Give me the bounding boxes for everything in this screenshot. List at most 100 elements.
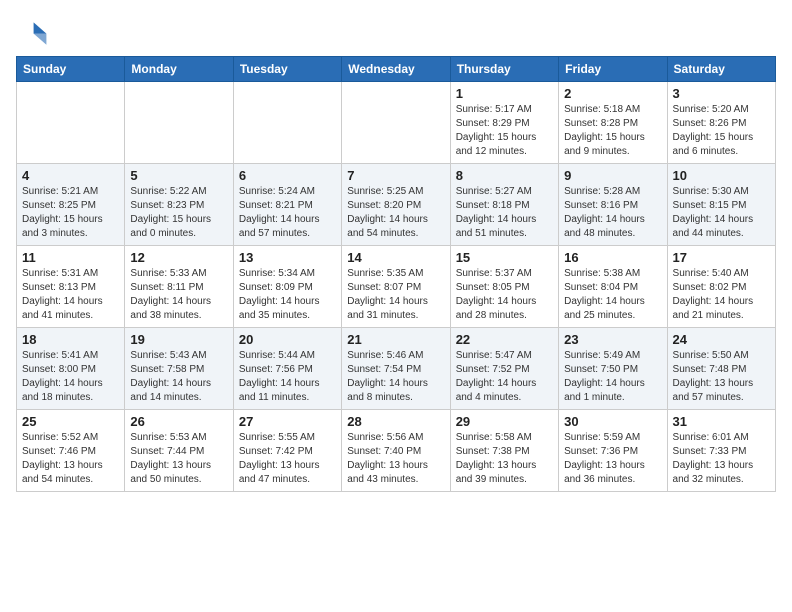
- calendar-week-row: 1 Sunrise: 5:17 AM Sunset: 8:29 PM Daylig…: [17, 82, 776, 164]
- day-number: 1: [456, 86, 553, 101]
- day-of-week-header: Friday: [559, 57, 667, 82]
- day-info: Sunrise: 5:20 AM Sunset: 8:26 PM Dayligh…: [673, 103, 770, 159]
- calendar-header-row: SundayMondayTuesdayWednesdayThursdayFrid…: [17, 57, 776, 82]
- day-number: 17: [673, 250, 770, 265]
- calendar-day-cell: 13 Sunrise: 5:34 AM Sunset: 8:09 PM Dayli…: [233, 246, 341, 328]
- day-info: Sunrise: 5:22 AM Sunset: 8:23 PM Dayligh…: [130, 185, 227, 241]
- day-number: 11: [22, 250, 119, 265]
- calendar-day-cell: [342, 82, 450, 164]
- calendar-day-cell: 31 Sunrise: 6:01 AM Sunset: 7:33 PM Dayli…: [667, 410, 775, 492]
- calendar-day-cell: 2 Sunrise: 5:18 AM Sunset: 8:28 PM Daylig…: [559, 82, 667, 164]
- day-info: Sunrise: 5:40 AM Sunset: 8:02 PM Dayligh…: [673, 267, 770, 323]
- day-info: Sunrise: 5:18 AM Sunset: 8:28 PM Dayligh…: [564, 103, 661, 159]
- calendar-day-cell: 8 Sunrise: 5:27 AM Sunset: 8:18 PM Daylig…: [450, 164, 558, 246]
- day-info: Sunrise: 5:27 AM Sunset: 8:18 PM Dayligh…: [456, 185, 553, 241]
- day-info: Sunrise: 5:33 AM Sunset: 8:11 PM Dayligh…: [130, 267, 227, 323]
- day-info: Sunrise: 6:01 AM Sunset: 7:33 PM Dayligh…: [673, 431, 770, 487]
- calendar-day-cell: 11 Sunrise: 5:31 AM Sunset: 8:13 PM Dayli…: [17, 246, 125, 328]
- day-number: 8: [456, 168, 553, 183]
- calendar-day-cell: [17, 82, 125, 164]
- day-number: 7: [347, 168, 444, 183]
- calendar-day-cell: 28Sunrise: 5:56 AM Sunset: 7:40 PM Dayli…: [342, 410, 450, 492]
- day-number: 13: [239, 250, 336, 265]
- calendar-day-cell: 9Sunrise: 5:28 AM Sunset: 8:16 PM Daylig…: [559, 164, 667, 246]
- day-number: 21: [347, 332, 444, 347]
- day-number: 27: [239, 414, 336, 429]
- day-info: Sunrise: 5:59 AM Sunset: 7:36 PM Dayligh…: [564, 431, 661, 487]
- day-of-week-header: Monday: [125, 57, 233, 82]
- day-of-week-header: Saturday: [667, 57, 775, 82]
- calendar-day-cell: 18 Sunrise: 5:41 AM Sunset: 8:00 PM Dayli…: [17, 328, 125, 410]
- calendar-day-cell: 30 Sunrise: 5:59 AM Sunset: 7:36 PM Dayli…: [559, 410, 667, 492]
- calendar-day-cell: 27Sunrise: 5:55 AM Sunset: 7:42 PM Dayli…: [233, 410, 341, 492]
- calendar-day-cell: 17 Sunrise: 5:40 AM Sunset: 8:02 PM Dayli…: [667, 246, 775, 328]
- day-number: 4: [22, 168, 119, 183]
- day-number: 26: [130, 414, 227, 429]
- day-info: Sunrise: 5:58 AM Sunset: 7:38 PM Dayligh…: [456, 431, 553, 487]
- calendar-day-cell: 5 Sunrise: 5:22 AM Sunset: 8:23 PM Daylig…: [125, 164, 233, 246]
- day-info: Sunrise: 5:43 AM Sunset: 7:58 PM Dayligh…: [130, 349, 227, 405]
- calendar-day-cell: [233, 82, 341, 164]
- day-info: Sunrise: 5:17 AM Sunset: 8:29 PM Dayligh…: [456, 103, 553, 159]
- calendar-day-cell: 21 Sunrise: 5:46 AM Sunset: 7:54 PM Dayli…: [342, 328, 450, 410]
- day-info: Sunrise: 5:50 AM Sunset: 7:48 PM Dayligh…: [673, 349, 770, 405]
- day-number: 9: [564, 168, 661, 183]
- day-info: Sunrise: 5:31 AM Sunset: 8:13 PM Dayligh…: [22, 267, 119, 323]
- day-number: 29: [456, 414, 553, 429]
- calendar-week-row: 11 Sunrise: 5:31 AM Sunset: 8:13 PM Dayli…: [17, 246, 776, 328]
- calendar-day-cell: 26 Sunrise: 5:53 AM Sunset: 7:44 PM Dayli…: [125, 410, 233, 492]
- calendar-day-cell: 7 Sunrise: 5:25 AM Sunset: 8:20 PM Daylig…: [342, 164, 450, 246]
- day-info: Sunrise: 5:46 AM Sunset: 7:54 PM Dayligh…: [347, 349, 444, 405]
- day-of-week-header: Wednesday: [342, 57, 450, 82]
- day-info: Sunrise: 5:30 AM Sunset: 8:15 PM Dayligh…: [673, 185, 770, 241]
- day-of-week-header: Tuesday: [233, 57, 341, 82]
- day-number: 15: [456, 250, 553, 265]
- day-info: Sunrise: 5:38 AM Sunset: 8:04 PM Dayligh…: [564, 267, 661, 323]
- calendar-day-cell: 15 Sunrise: 5:37 AM Sunset: 8:05 PM Dayli…: [450, 246, 558, 328]
- day-number: 31: [673, 414, 770, 429]
- calendar-day-cell: 10 Sunrise: 5:30 AM Sunset: 8:15 PM Dayli…: [667, 164, 775, 246]
- calendar-table: SundayMondayTuesdayWednesdayThursdayFrid…: [16, 56, 776, 492]
- logo-icon: [16, 16, 48, 48]
- day-number: 10: [673, 168, 770, 183]
- calendar-day-cell: 23 Sunrise: 5:49 AM Sunset: 7:50 PM Dayli…: [559, 328, 667, 410]
- day-info: Sunrise: 5:52 AM Sunset: 7:46 PM Dayligh…: [22, 431, 119, 487]
- day-info: Sunrise: 5:35 AM Sunset: 8:07 PM Dayligh…: [347, 267, 444, 323]
- day-info: Sunrise: 5:49 AM Sunset: 7:50 PM Dayligh…: [564, 349, 661, 405]
- day-info: Sunrise: 5:53 AM Sunset: 7:44 PM Dayligh…: [130, 431, 227, 487]
- calendar-day-cell: 22Sunrise: 5:47 AM Sunset: 7:52 PM Dayli…: [450, 328, 558, 410]
- day-number: 25: [22, 414, 119, 429]
- calendar-day-cell: 19Sunrise: 5:43 AM Sunset: 7:58 PM Dayli…: [125, 328, 233, 410]
- day-info: Sunrise: 5:41 AM Sunset: 8:00 PM Dayligh…: [22, 349, 119, 405]
- calendar-day-cell: 25 Sunrise: 5:52 AM Sunset: 7:46 PM Dayli…: [17, 410, 125, 492]
- calendar-week-row: 4 Sunrise: 5:21 AM Sunset: 8:25 PM Daylig…: [17, 164, 776, 246]
- logo: [16, 16, 52, 48]
- day-info: Sunrise: 5:34 AM Sunset: 8:09 PM Dayligh…: [239, 267, 336, 323]
- calendar-day-cell: [125, 82, 233, 164]
- day-info: Sunrise: 5:56 AM Sunset: 7:40 PM Dayligh…: [347, 431, 444, 487]
- day-info: Sunrise: 5:21 AM Sunset: 8:25 PM Dayligh…: [22, 185, 119, 241]
- day-number: 5: [130, 168, 227, 183]
- calendar-day-cell: 12 Sunrise: 5:33 AM Sunset: 8:11 PM Dayli…: [125, 246, 233, 328]
- page-header: [16, 16, 776, 48]
- day-info: Sunrise: 5:25 AM Sunset: 8:20 PM Dayligh…: [347, 185, 444, 241]
- day-number: 2: [564, 86, 661, 101]
- day-number: 3: [673, 86, 770, 101]
- day-of-week-header: Sunday: [17, 57, 125, 82]
- calendar-day-cell: 16 Sunrise: 5:38 AM Sunset: 8:04 PM Dayli…: [559, 246, 667, 328]
- calendar-day-cell: 24 Sunrise: 5:50 AM Sunset: 7:48 PM Dayli…: [667, 328, 775, 410]
- day-number: 24: [673, 332, 770, 347]
- day-number: 16: [564, 250, 661, 265]
- day-number: 14: [347, 250, 444, 265]
- day-info: Sunrise: 5:44 AM Sunset: 7:56 PM Dayligh…: [239, 349, 336, 405]
- calendar-day-cell: 29 Sunrise: 5:58 AM Sunset: 7:38 PM Dayli…: [450, 410, 558, 492]
- calendar-week-row: 18 Sunrise: 5:41 AM Sunset: 8:00 PM Dayli…: [17, 328, 776, 410]
- day-number: 18: [22, 332, 119, 347]
- day-number: 30: [564, 414, 661, 429]
- day-number: 23: [564, 332, 661, 347]
- day-number: 22: [456, 332, 553, 347]
- day-number: 20: [239, 332, 336, 347]
- calendar-day-cell: 4 Sunrise: 5:21 AM Sunset: 8:25 PM Daylig…: [17, 164, 125, 246]
- day-number: 12: [130, 250, 227, 265]
- day-info: Sunrise: 5:37 AM Sunset: 8:05 PM Dayligh…: [456, 267, 553, 323]
